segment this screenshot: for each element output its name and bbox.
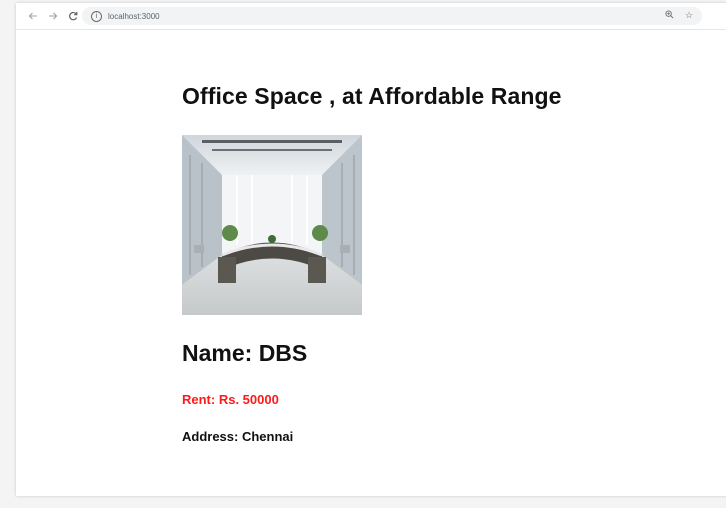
page-heading: Office Space , at Affordable Range bbox=[182, 83, 562, 109]
arrow-right-icon bbox=[49, 12, 58, 20]
listing-name: Name: DBS bbox=[182, 340, 308, 366]
address-bar[interactable]: i localhost:3000 ☆ bbox=[82, 7, 702, 25]
listing-address: Address: Chennai bbox=[182, 429, 294, 444]
browser-window: i localhost:3000 ☆ Office Space , at Aff… bbox=[16, 3, 726, 496]
listing-rent: Rent: Rs. 50000 bbox=[182, 392, 279, 407]
star-icon[interactable]: ☆ bbox=[684, 10, 694, 21]
back-button[interactable] bbox=[26, 9, 40, 23]
url-text[interactable]: localhost:3000 bbox=[108, 12, 160, 21]
browser-toolbar: i localhost:3000 ☆ bbox=[16, 3, 726, 30]
arrow-left-icon bbox=[28, 12, 37, 20]
forward-button[interactable] bbox=[46, 9, 60, 23]
office-image bbox=[182, 135, 362, 315]
reload-button[interactable] bbox=[66, 9, 80, 23]
reload-icon bbox=[69, 11, 78, 21]
info-icon[interactable]: i bbox=[91, 10, 102, 22]
listing-card: Office Space , at Affordable Range Name:… bbox=[182, 83, 562, 444]
omnibox-actions: ☆ bbox=[664, 10, 694, 21]
zoom-icon[interactable] bbox=[664, 10, 674, 21]
